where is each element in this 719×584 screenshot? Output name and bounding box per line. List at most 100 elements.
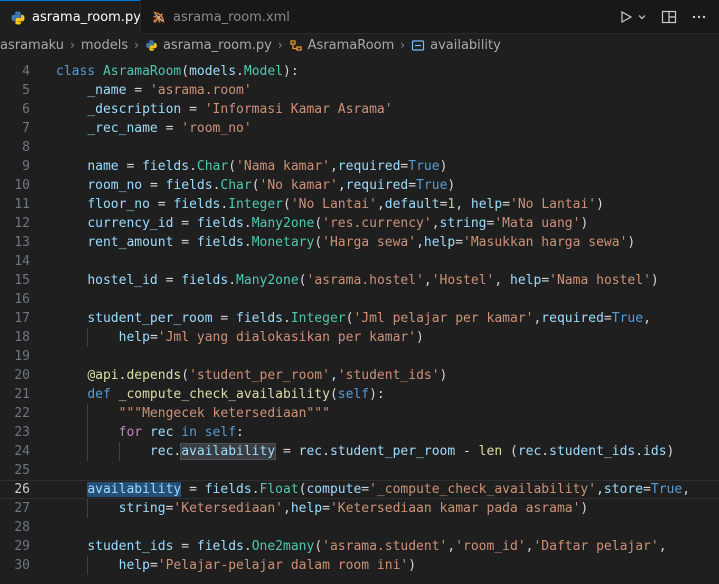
breadcrumb-folder-asramaku[interactable]: asramaku xyxy=(0,38,64,53)
code-text: rec.availability = rec.student_per_room … xyxy=(149,443,675,460)
python-icon xyxy=(10,10,26,26)
code-line[interactable]: 29 student_ids = fields.One2many('asrama… xyxy=(0,537,719,556)
breadcrumb-file[interactable]: asrama_room.py xyxy=(145,38,272,53)
indent-guide xyxy=(87,423,89,442)
ellipsis-icon[interactable] xyxy=(691,10,707,24)
breadcrumb-label: models xyxy=(80,37,129,53)
code-text: rent_amount = fields.Monetary('Harga sew… xyxy=(87,235,636,250)
breadcrumb-class[interactable]: AsramaRoom xyxy=(289,38,394,53)
code-line[interactable]: 10 room_no = fields.Char('No kamar',requ… xyxy=(0,176,719,195)
code-line[interactable]: 15 hostel_id = fields.Many2one('asrama.h… xyxy=(0,271,719,290)
split-editor-icon[interactable] xyxy=(661,10,677,24)
code-line[interactable]: 23 for rec in self: xyxy=(0,423,719,442)
breadcrumb: asramaku › models › asrama_room.py › Asr… xyxy=(0,34,719,56)
code-text: help='Jml yang dialokasikan per kamar') xyxy=(118,330,424,345)
field-icon xyxy=(411,39,425,52)
line-number: 18 xyxy=(14,330,30,345)
line-number: 30 xyxy=(14,558,30,573)
chevron-right-icon: › xyxy=(400,38,406,52)
code-line[interactable]: 6 _description = 'Informasi Kamar Asrama… xyxy=(0,100,719,119)
code-line[interactable]: 8 xyxy=(0,138,719,157)
line-number: 11 xyxy=(14,197,30,212)
code-text: currency_id = fields.Many2one('res.curre… xyxy=(87,216,589,231)
line-number: 22 xyxy=(14,406,30,421)
code-line[interactable]: 11 floor_no = fields.Integer('No Lantai'… xyxy=(0,195,719,214)
python-icon xyxy=(145,39,158,52)
code-text: string='Ketersediaan',help='Ketersediaan… xyxy=(118,501,589,516)
code-line[interactable]: 12 currency_id = fields.Many2one('res.cu… xyxy=(0,214,719,233)
indent-guide xyxy=(118,442,120,461)
tab-asrama-room-xml[interactable]: asrama_room.xml xyxy=(141,0,301,34)
code-line[interactable]: 7 _rec_name = 'room_no' xyxy=(0,119,719,138)
line-number: 4 xyxy=(22,64,30,79)
line-number: 24 xyxy=(14,444,30,459)
line-number: 19 xyxy=(14,349,30,364)
tab-label: asrama_room.xml xyxy=(173,9,290,25)
line-number: 29 xyxy=(14,539,30,554)
code-text: name = fields.Char('Nama kamar',required… xyxy=(87,159,448,174)
rss-icon xyxy=(151,9,167,25)
code-line[interactable]: 26 availability = fields.Float(compute='… xyxy=(0,480,719,499)
code-line[interactable]: 4 class AsramaRoom(models.Model): xyxy=(0,62,719,81)
code-line[interactable]: 18 help='Jml yang dialokasikan per kamar… xyxy=(0,328,719,347)
code-text: _description = 'Informasi Kamar Asrama' xyxy=(87,102,393,117)
line-number: 9 xyxy=(22,159,30,174)
line-number: 12 xyxy=(14,216,30,231)
code-text: """Mengecek ketersediaan""" xyxy=(118,406,330,421)
code-text: room_no = fields.Char('No kamar',require… xyxy=(87,178,456,193)
code-text: for rec in self: xyxy=(118,425,244,440)
code-line[interactable]: 21 def _compute_check_availability(self)… xyxy=(0,385,719,404)
indent-guide xyxy=(87,556,89,575)
code-line[interactable]: 9 name = fields.Char('Nama kamar',requir… xyxy=(0,157,719,176)
chevron-right-icon: › xyxy=(134,38,139,52)
code-line[interactable]: 28 xyxy=(0,518,719,537)
code-line[interactable]: 27 string='Ketersediaan',help='Ketersedi… xyxy=(0,499,719,518)
code-line[interactable]: 14 xyxy=(0,252,719,271)
indent-guide xyxy=(87,499,89,518)
indent-guide xyxy=(87,328,89,347)
indent-guide xyxy=(87,404,89,423)
code-text: class AsramaRoom(models.Model): xyxy=(56,64,299,79)
line-number: 25 xyxy=(14,463,30,478)
indent-guide xyxy=(87,442,89,461)
line-number: 15 xyxy=(14,273,30,288)
play-icon[interactable] xyxy=(619,10,633,24)
code-text: help='Pelajar-pelajar dalam room ini') xyxy=(118,558,417,573)
chevron-down-icon[interactable] xyxy=(637,12,647,22)
chevron-right-icon: › xyxy=(277,38,283,52)
code-line[interactable]: 25 xyxy=(0,461,719,480)
code-text: _name = 'asrama.room' xyxy=(87,83,252,98)
code-line[interactable]: 17 student_per_room = fields.Integer('Jm… xyxy=(0,309,719,328)
code-line[interactable]: 22 """Mengecek ketersediaan""" xyxy=(0,404,719,423)
line-number: 10 xyxy=(14,178,30,193)
code-line[interactable]: 16 xyxy=(0,290,719,309)
code-line[interactable]: 24 rec.availability = rec.student_per_ro… xyxy=(0,442,719,461)
code-line[interactable]: 5 _name = 'asrama.room' xyxy=(0,81,719,100)
code-text: _rec_name = 'room_no' xyxy=(87,121,252,136)
tab-asrama-room-py[interactable]: asrama_room.py × xyxy=(0,0,165,34)
line-number: 20 xyxy=(14,368,30,383)
code-line[interactable]: 19 xyxy=(0,347,719,366)
breadcrumb-folder-models[interactable]: models xyxy=(81,38,128,53)
code-line[interactable]: 20 @api.depends('student_per_room','stud… xyxy=(0,366,719,385)
line-number: 14 xyxy=(14,254,30,269)
line-number: 27 xyxy=(14,501,30,516)
line-number: 13 xyxy=(14,235,30,250)
breadcrumb-label: asrama_room.py xyxy=(162,37,272,53)
code-line[interactable]: 30 help='Pelajar-pelajar dalam room ini'… xyxy=(0,556,719,575)
code-line[interactable]: 13 rent_amount = fields.Monetary('Harga … xyxy=(0,233,719,252)
code-text: @api.depends('student_per_room','student… xyxy=(87,368,448,383)
breadcrumb-label: availability xyxy=(430,37,501,53)
line-number: 21 xyxy=(14,387,30,402)
line-number: 26 xyxy=(14,482,30,497)
code-text: student_per_room = fields.Integer('Jml p… xyxy=(87,311,651,326)
breadcrumb-label: asramaku xyxy=(0,37,65,53)
line-number: 16 xyxy=(14,292,30,307)
editor-actions xyxy=(619,0,719,34)
code-editor[interactable]: 4 class AsramaRoom(models.Model): 5 _name … xyxy=(0,60,719,584)
tab-label: asrama_room.py xyxy=(32,10,141,25)
chevron-right-icon: › xyxy=(70,38,75,52)
line-number: 6 xyxy=(22,102,30,117)
breadcrumb-field[interactable]: availability xyxy=(411,38,501,53)
tab-bar: asrama_room.py × asrama_room.xml xyxy=(0,0,719,34)
